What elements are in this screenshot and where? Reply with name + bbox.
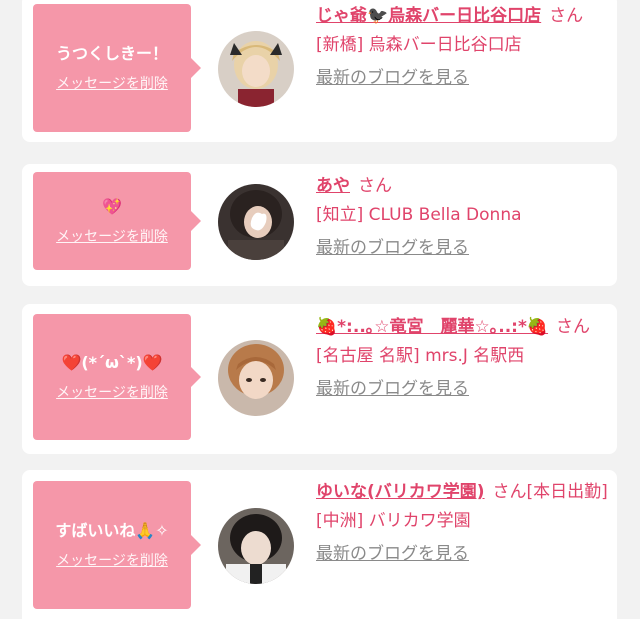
message-text: ❤️(*´ω`*)❤️ (61, 353, 163, 372)
avatar[interactable] (218, 508, 294, 584)
sender-name-link[interactable]: あや (316, 176, 350, 196)
message-bubble: ❤️(*´ω`*)❤️ メッセージを削除 (33, 314, 201, 440)
latest-blog-link[interactable]: 最新のブログを見る (316, 544, 469, 564)
latest-blog-link[interactable]: 最新のブログを見る (316, 68, 469, 88)
delete-message-link[interactable]: メッセージを削除 (56, 552, 168, 570)
shop-info: [中洲] バリカワ学園 (316, 511, 471, 531)
message-card: 💖 メッセージを削除 あや さん [知立] CLUB Bella Donna 最新… (22, 164, 617, 286)
message-text: すばいいね🙏✧ (55, 521, 169, 540)
honorific: さん (492, 482, 527, 502)
honorific: さん (358, 176, 392, 196)
sender-name-link[interactable]: じゃ爺🐦‍⬛烏森バー日比谷口店 (316, 6, 541, 26)
sender-info: 🍓*:..｡☆竜宮 麗華☆｡..:*🍓 さん [名古屋 名駅] mrs.J 名駅西… (316, 312, 608, 404)
message-card: うつくしきー！ メッセージを削除 じゃ爺🐦‍⬛烏森バー日比谷口店 さん [新橋] … (22, 0, 617, 142)
sender-name-link[interactable]: 🍓*:..｡☆竜宮 麗華☆｡..:*🍓 (316, 317, 548, 337)
sender-info: じゃ爺🐦‍⬛烏森バー日比谷口店 さん [新橋] 烏森バー日比谷口店 最新のブログを… (316, 2, 608, 93)
shop-info: [名古屋 名駅] mrs.J 名駅西 (316, 346, 525, 366)
latest-blog-link[interactable]: 最新のブログを見る (316, 238, 469, 258)
shop-info: [新橋] 烏森バー日比谷口店 (316, 35, 522, 55)
avatar[interactable] (218, 31, 294, 107)
message-card: ❤️(*´ω`*)❤️ メッセージを削除 🍓*:..｡☆竜宮 麗華☆｡..:*🍓… (22, 304, 617, 454)
sender-info: ゆいな(バリカワ学園) さん[本日出勤] [中洲] バリカワ学園 最新のブログを見… (316, 478, 608, 569)
delete-message-link[interactable]: メッセージを削除 (56, 384, 168, 402)
message-text: うつくしきー！ (55, 44, 168, 63)
honorific: さん (549, 6, 584, 26)
avatar[interactable] (218, 184, 294, 260)
message-text: 💖 (102, 197, 122, 216)
message-bubble: すばいいね🙏✧ メッセージを削除 (33, 481, 201, 609)
shop-info: [知立] CLUB Bella Donna (316, 205, 522, 225)
message-bubble: 💖 メッセージを削除 (33, 172, 201, 270)
avatar[interactable] (218, 340, 294, 416)
delete-message-link[interactable]: メッセージを削除 (56, 228, 168, 246)
message-list: うつくしきー！ メッセージを削除 じゃ爺🐦‍⬛烏森バー日比谷口店 さん [新橋] … (0, 0, 640, 619)
delete-message-link[interactable]: メッセージを削除 (56, 75, 168, 93)
status-badge: [本日出勤] (526, 482, 608, 502)
message-bubble: うつくしきー！ メッセージを削除 (33, 4, 201, 132)
latest-blog-link[interactable]: 最新のブログを見る (316, 379, 469, 399)
sender-info: あや さん [知立] CLUB Bella Donna 最新のブログを見る (316, 172, 608, 263)
message-card: すばいいね🙏✧ メッセージを削除 ゆいな(バリカワ学園) さん[本日出勤] [中洲… (22, 470, 617, 619)
sender-name-link[interactable]: ゆいな(バリカワ学園) (316, 482, 485, 502)
honorific: さん (556, 317, 591, 337)
